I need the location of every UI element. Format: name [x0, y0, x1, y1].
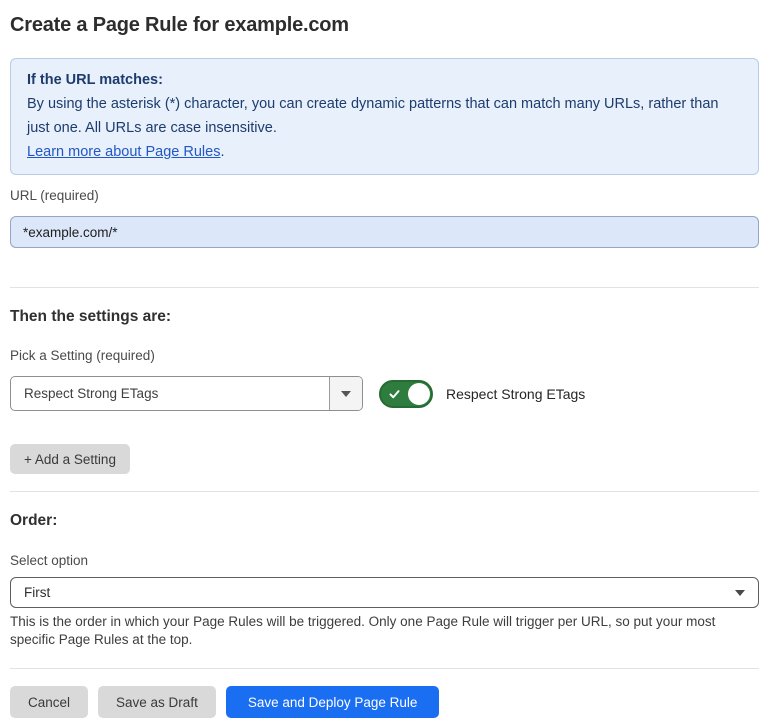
order-help-text: This is the order in which your Page Rul… — [10, 613, 759, 648]
setting-dropdown-value: Respect Strong ETags — [11, 377, 329, 410]
url-match-info-box: If the URL matches: By using the asteris… — [10, 58, 759, 175]
save-deploy-button[interactable]: Save and Deploy Page Rule — [226, 686, 440, 718]
info-box-body: By using the asterisk (*) character, you… — [27, 92, 742, 140]
add-setting-button[interactable]: + Add a Setting — [10, 444, 130, 474]
order-select[interactable]: First — [10, 577, 759, 608]
pick-setting-label: Pick a Setting (required) — [10, 348, 759, 364]
select-option-label: Select option — [10, 553, 759, 569]
section-divider — [10, 287, 759, 288]
etags-toggle-label: Respect Strong ETags — [446, 386, 585, 402]
link-period: . — [220, 144, 224, 160]
chevron-down-icon — [341, 391, 351, 397]
info-box-heading: If the URL matches: — [27, 68, 742, 92]
etags-toggle-switch[interactable] — [379, 380, 433, 408]
setting-row: Respect Strong ETags Respect Strong ETag… — [10, 376, 759, 411]
url-label: URL (required) — [10, 188, 759, 204]
check-icon — [388, 387, 401, 400]
toggle-knob[interactable] — [408, 383, 430, 405]
etags-toggle-group: Respect Strong ETags — [379, 380, 585, 408]
page-title: Create a Page Rule for example.com — [10, 12, 759, 38]
cancel-button[interactable]: Cancel — [10, 686, 88, 718]
setting-dropdown[interactable]: Respect Strong ETags — [10, 376, 363, 411]
learn-more-link[interactable]: Learn more about Page Rules — [27, 144, 220, 160]
info-box-link-row: Learn more about Page Rules. — [27, 140, 742, 164]
order-select-value: First — [24, 585, 50, 600]
dropdown-arrow-button[interactable] — [329, 377, 362, 410]
create-page-rule-form: Create a Page Rule for example.com If th… — [0, 0, 769, 728]
settings-heading: Then the settings are: — [10, 307, 759, 326]
save-draft-button[interactable]: Save as Draft — [98, 686, 216, 718]
chevron-down-icon — [735, 590, 745, 596]
order-heading: Order: — [10, 511, 759, 530]
section-divider — [10, 491, 759, 492]
url-input[interactable] — [10, 216, 759, 248]
footer-divider — [10, 668, 759, 669]
footer-actions: Cancel Save as Draft Save and Deploy Pag… — [10, 686, 759, 718]
